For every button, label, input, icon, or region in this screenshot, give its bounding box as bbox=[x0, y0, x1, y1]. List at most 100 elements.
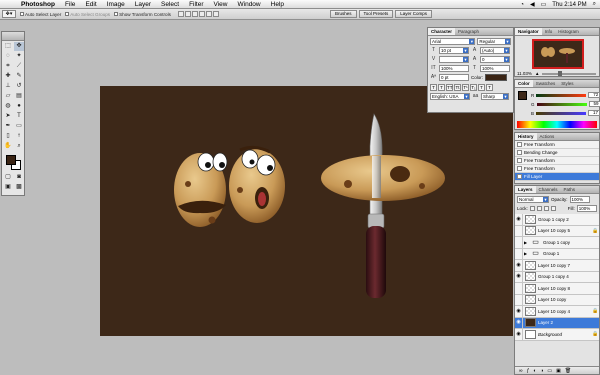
green-value[interactable]: 59 bbox=[588, 101, 600, 107]
auto-select-groups-checkbox[interactable]: Auto Select Groups bbox=[65, 12, 110, 17]
layer-row[interactable]: ◉ Layer 10 copy 7 bbox=[515, 259, 599, 272]
clock[interactable]: Thu 2:14 PM bbox=[552, 2, 586, 8]
blur-tool-icon[interactable]: ◍ bbox=[3, 102, 13, 111]
tab-swatches[interactable]: Swatches bbox=[533, 80, 559, 87]
hand-tool-icon[interactable]: ✋ bbox=[3, 142, 13, 151]
move-tool-icon[interactable]: ✥ bbox=[14, 42, 24, 51]
history-brush-icon[interactable]: ↺ bbox=[14, 82, 24, 91]
lock-pixels-icon[interactable] bbox=[536, 206, 542, 211]
new-group-icon[interactable]: ▭ bbox=[547, 368, 552, 374]
tab-histogram[interactable]: Histogram bbox=[555, 28, 582, 35]
expand-triangle-icon[interactable]: ▶ bbox=[523, 240, 528, 245]
brush-tool-icon[interactable]: ✎ bbox=[14, 72, 24, 81]
magic-wand-icon[interactable]: ✦ bbox=[14, 52, 24, 61]
tab-channels[interactable]: Channels bbox=[536, 186, 561, 193]
visibility-eye-icon[interactable] bbox=[515, 236, 523, 248]
blend-mode-select[interactable]: Normal ▾ bbox=[517, 196, 549, 203]
history-item[interactable]: Bending Change bbox=[515, 149, 599, 157]
layer-row[interactable]: Layer 10 copy bbox=[515, 294, 599, 306]
align-top-icon[interactable] bbox=[177, 11, 184, 17]
horizontal-scale-input[interactable]: 100% bbox=[480, 65, 510, 72]
standard-mode-icon[interactable]: ▢ bbox=[3, 173, 13, 182]
subscript-button[interactable]: T₁ bbox=[470, 84, 477, 91]
quickmask-mode-icon[interactable]: ◙ bbox=[14, 173, 24, 182]
align-bottom-icon[interactable] bbox=[191, 11, 198, 17]
blue-value[interactable]: 17 bbox=[588, 110, 600, 116]
show-transform-controls-checkbox[interactable]: Show Transform Controls bbox=[114, 12, 171, 17]
type-tool-icon[interactable]: T bbox=[14, 112, 24, 121]
kerning-input[interactable]: ▾ bbox=[439, 56, 469, 63]
lock-all-icon[interactable] bbox=[550, 206, 556, 211]
battery-icon[interactable]: ▭ bbox=[541, 1, 547, 8]
document-canvas[interactable] bbox=[100, 86, 513, 336]
foreground-color-swatch[interactable] bbox=[6, 155, 16, 165]
font-family-select[interactable]: Arial ▾ bbox=[430, 38, 476, 45]
align-right-icon[interactable] bbox=[212, 11, 219, 17]
menu-filter[interactable]: Filter bbox=[184, 0, 208, 9]
visibility-eye-icon[interactable]: ◉ bbox=[515, 305, 523, 317]
menu-edit[interactable]: Edit bbox=[80, 0, 101, 9]
layer-group-row[interactable]: ▶ ▭ Group 1 bbox=[515, 248, 599, 260]
align-left-icon[interactable] bbox=[198, 11, 205, 17]
tab-history[interactable]: History bbox=[515, 133, 537, 140]
fill-input[interactable]: 100% bbox=[576, 205, 597, 212]
small-caps-button[interactable]: Tt bbox=[454, 84, 461, 91]
visibility-eye-icon[interactable] bbox=[515, 294, 523, 306]
history-item[interactable]: Free Transform bbox=[515, 141, 599, 149]
tab-navigator[interactable]: Navigator bbox=[515, 28, 542, 35]
tracking-input[interactable]: 0 ▾ bbox=[480, 56, 510, 63]
gradient-tool-icon[interactable]: ▤ bbox=[14, 92, 24, 101]
color-fg-swatch[interactable] bbox=[518, 91, 527, 100]
tab-layers[interactable]: Layers bbox=[515, 186, 536, 193]
color-spectrum-bar[interactable] bbox=[517, 121, 597, 128]
trash-icon[interactable]: 🗑 bbox=[565, 368, 571, 374]
eyedropper-icon[interactable]: ⟊ bbox=[14, 132, 24, 141]
marquee-tool-icon[interactable]: ⬚ bbox=[3, 42, 13, 51]
zoom-tool-icon[interactable]: ⌕ bbox=[14, 142, 24, 151]
layer-row[interactable]: ◉ Group 1 copy 4 bbox=[515, 271, 599, 283]
auto-select-layer-checkbox[interactable]: Auto Select Layer bbox=[20, 12, 61, 17]
visibility-eye-icon[interactable]: ◉ bbox=[515, 271, 523, 283]
layer-group-row[interactable]: ▶ ▭ Group 1 copy bbox=[515, 236, 599, 249]
well-tab-layer-comps[interactable]: Layer Comps bbox=[395, 10, 433, 18]
menu-view[interactable]: View bbox=[209, 0, 233, 9]
layer-style-icon[interactable]: ƒ bbox=[527, 368, 530, 374]
antialias-select[interactable]: Sharp ▾ bbox=[481, 93, 509, 100]
zoom-slider-handle[interactable] bbox=[558, 70, 563, 76]
layer-row[interactable]: Layer 10 copy 5 🔒 bbox=[515, 225, 599, 237]
fullscreen-mode-icon[interactable]: ▩ bbox=[14, 183, 24, 192]
faux-bold-button[interactable]: T bbox=[430, 84, 437, 91]
zoom-out-icon[interactable]: ▲ bbox=[535, 71, 539, 76]
layer-row[interactable]: ◉ Layer 10 copy 4 🔒 bbox=[515, 305, 599, 318]
expand-triangle-icon[interactable]: ▶ bbox=[523, 251, 528, 256]
layer-row-background[interactable]: ◉ Background 🔒 bbox=[515, 328, 599, 341]
eraser-tool-icon[interactable]: ▱ bbox=[3, 92, 13, 101]
green-slider[interactable] bbox=[536, 102, 587, 106]
leading-input[interactable]: (Auto) ▾ bbox=[480, 47, 510, 54]
tab-paragraph[interactable]: Paragraph bbox=[455, 28, 482, 35]
visibility-eye-icon[interactable]: ◉ bbox=[515, 328, 523, 340]
menu-image[interactable]: Image bbox=[102, 0, 130, 9]
visibility-eye-icon[interactable] bbox=[515, 282, 523, 294]
font-style-select[interactable]: Regular ▾ bbox=[477, 38, 511, 45]
lock-position-icon[interactable] bbox=[543, 206, 549, 211]
spotlight-icon[interactable]: ⌕ bbox=[593, 1, 596, 8]
lock-transparency-icon[interactable] bbox=[529, 206, 535, 211]
visibility-eye-icon[interactable]: ◉ bbox=[515, 317, 523, 329]
faux-italic-button[interactable]: T bbox=[438, 84, 445, 91]
language-select[interactable]: English: USA ▾ bbox=[430, 93, 470, 100]
clone-stamp-icon[interactable]: ⊥ bbox=[3, 82, 13, 91]
vertical-scale-input[interactable]: 100% bbox=[439, 65, 469, 72]
strikethrough-button[interactable]: T bbox=[486, 84, 493, 91]
visibility-eye-icon[interactable]: ◉ bbox=[515, 213, 523, 225]
superscript-button[interactable]: T¹ bbox=[462, 84, 469, 91]
dodge-tool-icon[interactable]: ● bbox=[14, 102, 24, 111]
lasso-tool-icon[interactable]: ◌ bbox=[3, 52, 13, 61]
layer-row[interactable]: Layer 10 copy 8 bbox=[515, 282, 599, 295]
well-tab-tool-presets[interactable]: Tool Presets bbox=[358, 10, 394, 18]
menu-window[interactable]: Window bbox=[233, 0, 266, 9]
tab-paths[interactable]: Paths bbox=[561, 186, 579, 193]
layer-mask-icon[interactable]: ◐ bbox=[533, 368, 536, 374]
move-tool-preset-icon[interactable]: ✥▾ bbox=[2, 10, 16, 18]
history-item[interactable]: Free Transform bbox=[515, 157, 599, 165]
